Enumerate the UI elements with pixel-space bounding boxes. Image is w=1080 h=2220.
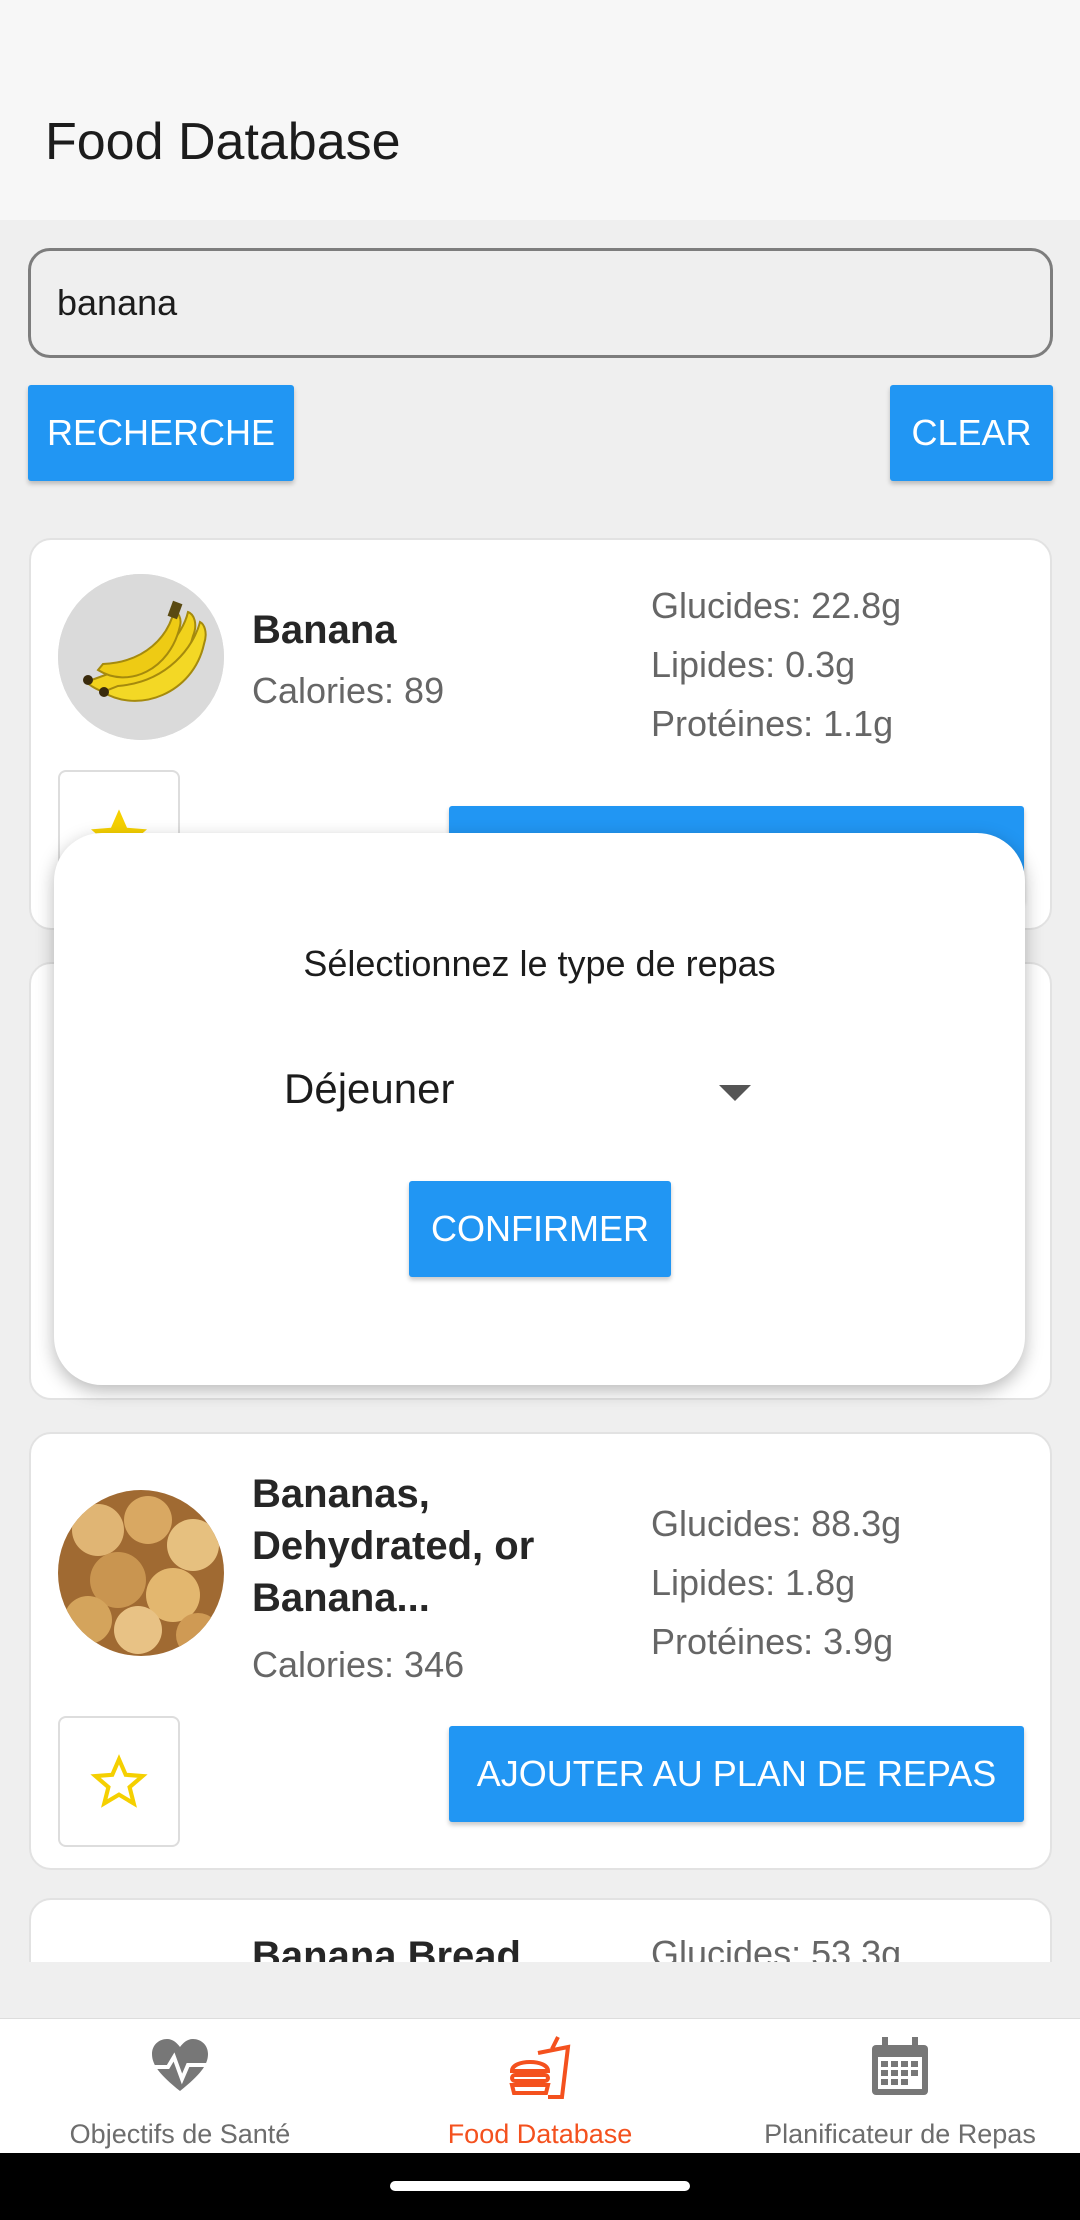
dialog-title: Sélectionnez le type de repas — [303, 943, 776, 984]
food-protein: Protéines: 1.1g — [651, 703, 894, 744]
dropdown-arrow-icon — [719, 1085, 751, 1101]
favorite-button[interactable] — [58, 1716, 180, 1847]
tab-food-database[interactable]: Food Database — [360, 2019, 720, 2154]
meal-type-selected: Déjeuner — [284, 1065, 455, 1112]
app-header: Food Database — [0, 0, 1080, 220]
food-nutrients: Glucides: 22.8g Lipides: 0.3g Protéines:… — [651, 576, 901, 753]
tab-label: Food Database — [447, 2119, 633, 2149]
search-field[interactable] — [28, 248, 1053, 358]
confirm-button[interactable]: CONFIRMER — [409, 1181, 671, 1277]
food-carbs: Glucides: 22.8g — [651, 585, 902, 626]
page-title: Food Database — [45, 113, 401, 171]
tab-health-goals[interactable]: Objectifs de Santé — [0, 2019, 360, 2154]
food-image-banana-chips — [58, 1490, 224, 1656]
home-gesture-handle[interactable] — [390, 2181, 690, 2191]
food-nutrients: Glucides: 88.3g Lipides: 1.8g Protéines:… — [651, 1494, 901, 1671]
food-fat: Lipides: 1.8g — [651, 1562, 856, 1603]
star-outline-icon — [90, 1753, 148, 1808]
calendar-icon — [872, 2037, 928, 2095]
food-nutrients: Glucides: 53.3g — [651, 1924, 901, 1962]
food-calories: Calories: 346 — [252, 1644, 465, 1685]
food-protein: Protéines: 3.9g — [651, 1621, 894, 1662]
system-navigation-bar — [0, 2153, 1080, 2220]
search-button[interactable]: RECHERCHE — [28, 385, 294, 481]
add-to-meal-plan-button[interactable]: AJOUTER AU PLAN DE REPAS — [449, 1726, 1024, 1822]
food-card: Bananas, Dehydrated, or Banana... Calori… — [29, 1432, 1052, 1870]
meal-type-dialog: Sélectionnez le type de repas Déjeuner C… — [54, 833, 1025, 1385]
food-carbs: Glucides: 88.3g — [651, 1503, 902, 1544]
tab-label: Planificateur de Repas — [764, 2119, 1036, 2149]
food-name: Bananas, Dehydrated, or Banana... — [252, 1472, 535, 1620]
food-image-banana — [58, 574, 224, 740]
food-calories: Calories: 89 — [252, 670, 445, 711]
heart-pulse-icon — [152, 2039, 208, 2091]
food-name: Banana — [252, 608, 397, 652]
tab-label: Objectifs de Santé — [69, 2119, 291, 2149]
food-carbs: Glucides: 53.3g — [651, 1933, 902, 1962]
tab-meal-planner[interactable]: Planificateur de Repas — [720, 2019, 1080, 2154]
meal-type-dropdown[interactable]: Déjeuner — [284, 1053, 784, 1133]
fastfood-icon — [509, 2036, 571, 2099]
clear-button[interactable]: CLEAR — [890, 385, 1053, 481]
food-card: Banana Bread Glucides: 53.3g — [29, 1898, 1052, 1962]
food-name: Banana Bread — [252, 1934, 521, 1962]
food-fat: Lipides: 0.3g — [651, 644, 856, 685]
bottom-navigation: Objectifs de Santé Food Database Planifi… — [0, 2018, 1080, 2153]
search-input[interactable] — [57, 251, 1017, 355]
